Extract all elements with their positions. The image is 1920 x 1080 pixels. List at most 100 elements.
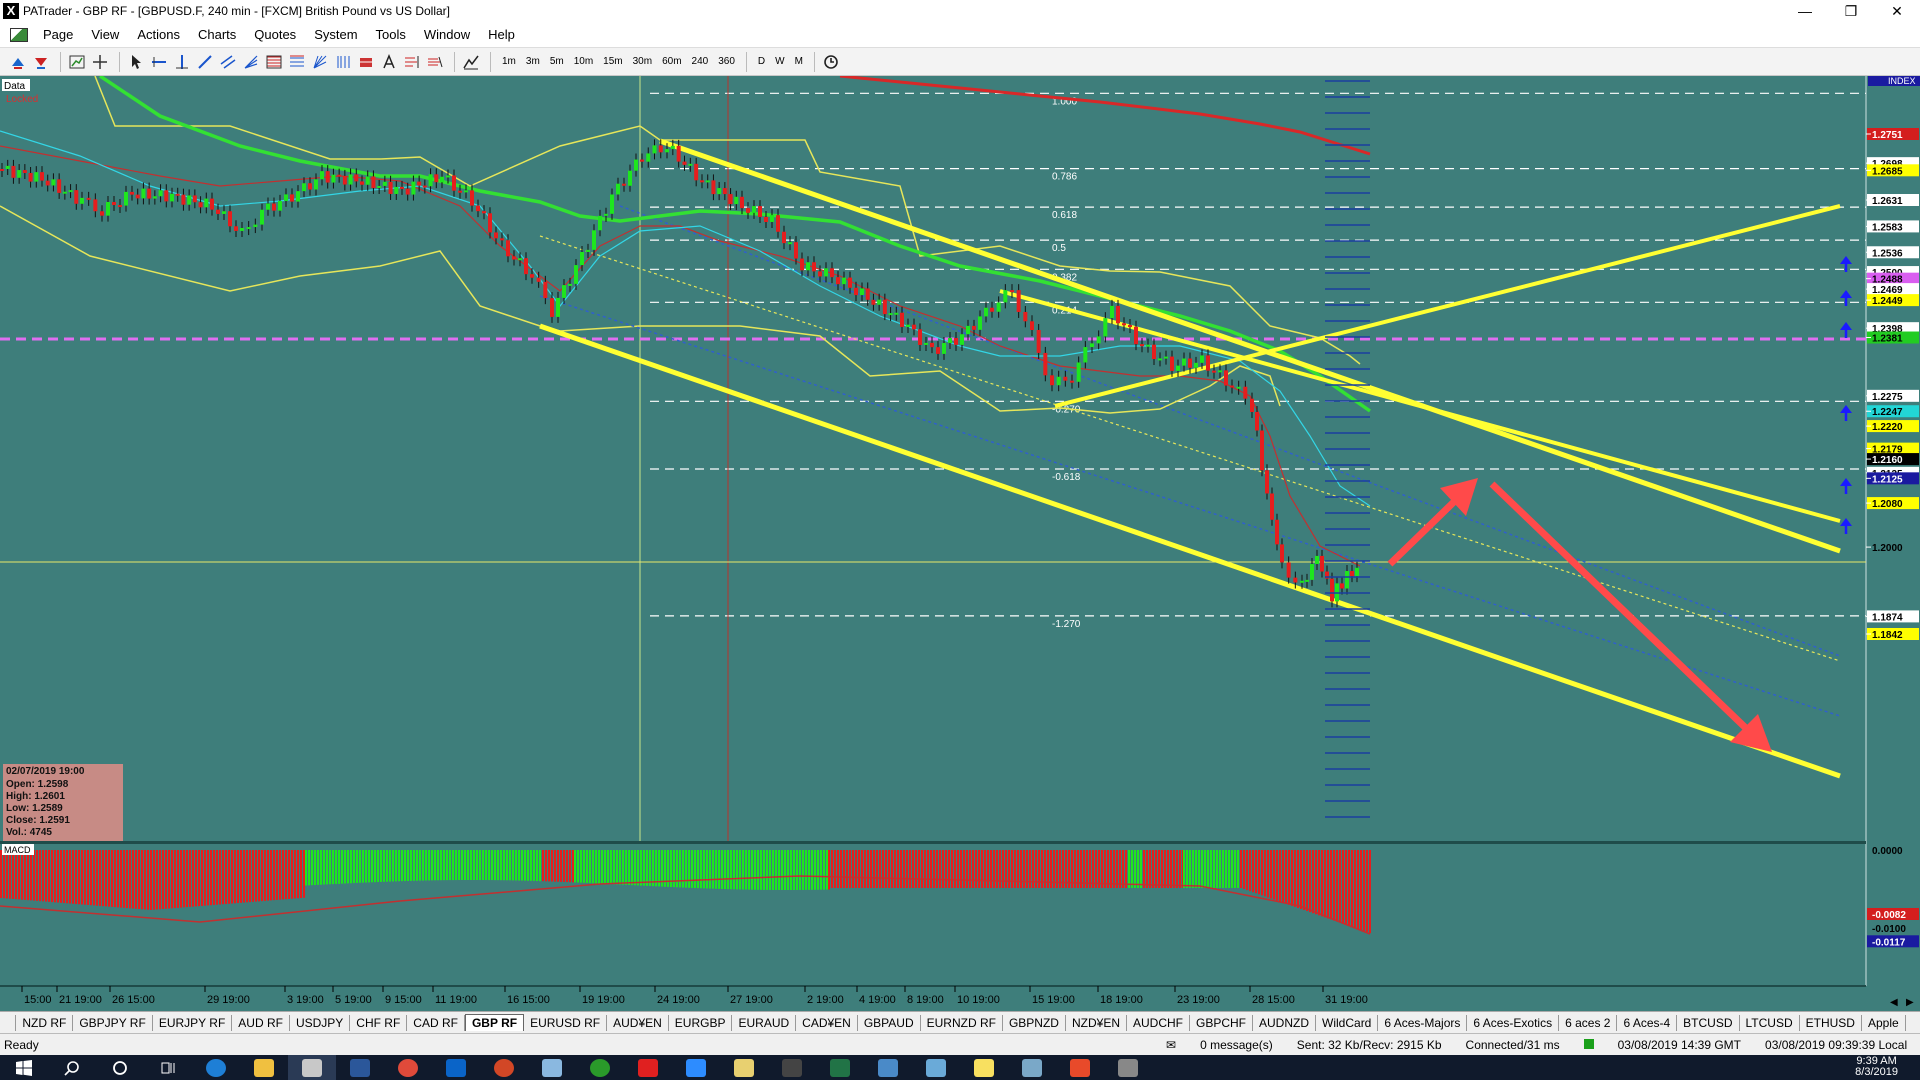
symbol-tab[interactable]: EURGBP	[669, 1014, 733, 1031]
symbol-tab[interactable]: NZD¥EN	[1066, 1014, 1127, 1031]
symbol-tab[interactable]: CHF RF	[350, 1014, 408, 1031]
patrader-taskbar-icon[interactable]	[288, 1055, 336, 1080]
symbol-tab[interactable]: LTCUSD	[1740, 1014, 1800, 1031]
menu-tools[interactable]: Tools	[367, 27, 415, 42]
symbol-tab[interactable]: EURAUD	[732, 1014, 797, 1031]
tf-240[interactable]: 240	[687, 56, 714, 67]
outlook-icon[interactable]	[432, 1055, 480, 1080]
trading-app-icon[interactable]	[624, 1055, 672, 1080]
tf-1m[interactable]: 1m	[497, 56, 521, 67]
sticky-notes-icon[interactable]	[960, 1055, 1008, 1080]
symbol-tab[interactable]: AUD¥EN	[607, 1014, 669, 1031]
new-chart-icon[interactable]	[67, 52, 87, 72]
channel-icon[interactable]	[218, 52, 238, 72]
notes-icon[interactable]	[528, 1055, 576, 1080]
menu-page[interactable]: Page	[34, 27, 82, 42]
tf-15m[interactable]: 15m	[598, 56, 627, 67]
edge-icon[interactable]	[192, 1055, 240, 1080]
monitor-icon[interactable]	[864, 1055, 912, 1080]
maximize-icon[interactable]: ❐	[1828, 0, 1874, 22]
symbol-tab[interactable]: CAD RF	[407, 1014, 465, 1031]
tf-3m[interactable]: 3m	[521, 56, 545, 67]
system-clock[interactable]: 9:39 AM 8/3/2019	[1855, 1056, 1898, 1078]
snagit-icon[interactable]	[1056, 1055, 1104, 1080]
gann-fan-icon[interactable]	[310, 52, 330, 72]
menu-window[interactable]: Window	[415, 27, 479, 42]
minimize-icon[interactable]: —	[1782, 0, 1828, 22]
scroll-left-icon[interactable]: ◀	[1890, 997, 1898, 1008]
tf-m[interactable]: M	[790, 56, 808, 67]
symbol-tab[interactable]: USDJPY	[290, 1014, 351, 1031]
tf-30m[interactable]: 30m	[628, 56, 657, 67]
symbol-tab[interactable]: GBPNZD	[1003, 1014, 1066, 1031]
folder-icon[interactable]	[720, 1055, 768, 1080]
close-icon[interactable]: ✕	[1874, 0, 1920, 22]
menu-view[interactable]: View	[82, 27, 128, 42]
tf-60m[interactable]: 60m	[657, 56, 686, 67]
symbol-tab[interactable]: AUDNZD	[1253, 1014, 1317, 1031]
tf-w[interactable]: W	[770, 56, 789, 67]
file-explorer-icon[interactable]	[240, 1055, 288, 1080]
symbol-tab[interactable]: 6 Aces-Majors	[1378, 1014, 1468, 1031]
symbol-tab[interactable]: Apple	[1862, 1014, 1906, 1031]
horizontal-line-icon[interactable]	[149, 52, 169, 72]
tf-d[interactable]: D	[753, 56, 770, 67]
clock-icon[interactable]	[821, 52, 841, 72]
symbol-tab[interactable]: GBP RF	[464, 1014, 525, 1031]
pointer-icon[interactable]	[126, 52, 146, 72]
symbol-tab[interactable]: ETHUSD	[1800, 1014, 1862, 1031]
menu-quotes[interactable]: Quotes	[245, 27, 305, 42]
symbol-tab[interactable]: 6 Aces-4	[1617, 1014, 1678, 1031]
symbol-tab[interactable]: EURJPY RF	[153, 1014, 233, 1031]
task-view-icon[interactable]	[144, 1055, 192, 1080]
mail-icon[interactable]: ✉	[1154, 1038, 1188, 1052]
symbol-tab[interactable]: WildCard	[1316, 1014, 1379, 1031]
trend-line-icon[interactable]	[195, 52, 215, 72]
tf-360[interactable]: 360	[713, 56, 740, 67]
text-tool-icon[interactable]	[379, 52, 399, 72]
indicator-icon[interactable]	[461, 52, 481, 72]
app-window-icon[interactable]	[1104, 1055, 1152, 1080]
crosshair-icon[interactable]	[90, 52, 110, 72]
fib-fan-icon[interactable]	[241, 52, 261, 72]
chrome-icon[interactable]	[384, 1055, 432, 1080]
symbol-tab[interactable]: EURUSD RF	[524, 1014, 608, 1031]
search-icon[interactable]	[48, 1055, 96, 1080]
scroll-right-icon[interactable]: ▶	[1906, 997, 1914, 1008]
symbol-tab[interactable]: EURNZD RF	[921, 1014, 1003, 1031]
tabs-start-icon[interactable]	[0, 1014, 17, 1031]
menu-help[interactable]: Help	[479, 27, 524, 42]
menu-charts[interactable]: Charts	[189, 27, 245, 42]
symbol-tab[interactable]: BTCUSD	[1677, 1014, 1740, 1031]
ninja-icon[interactable]	[576, 1055, 624, 1080]
powerpoint-icon[interactable]	[480, 1055, 528, 1080]
chart-area[interactable]: 1.000 0.786 0.618 0.5 0.382 0.214 -0.270 -0.618…	[0, 76, 1920, 1011]
calculator-icon[interactable]	[768, 1055, 816, 1080]
excel-icon[interactable]	[816, 1055, 864, 1080]
menu-system[interactable]: System	[305, 27, 366, 42]
speed-lines-icon[interactable]	[402, 52, 422, 72]
symbol-tab[interactable]: AUDCHF	[1127, 1014, 1190, 1031]
pitchfork-icon[interactable]	[425, 52, 445, 72]
word-icon[interactable]	[336, 1055, 384, 1080]
image-viewer-icon[interactable]	[912, 1055, 960, 1080]
time-zones-icon[interactable]	[333, 52, 353, 72]
start-icon[interactable]	[0, 1055, 48, 1080]
tf-10m[interactable]: 10m	[569, 56, 598, 67]
symbol-tab[interactable]: NZD RF	[16, 1014, 74, 1031]
rectangle-icon[interactable]	[356, 52, 376, 72]
sell-order-icon[interactable]	[31, 52, 51, 72]
symbol-tab[interactable]: AUD RF	[232, 1014, 290, 1031]
symbol-tab[interactable]: 6 Aces-Exotics	[1467, 1014, 1560, 1031]
tf-5m[interactable]: 5m	[545, 56, 569, 67]
symbol-tab[interactable]: GBPCHF	[1190, 1014, 1254, 1031]
vertical-line-icon[interactable]	[172, 52, 192, 72]
symbol-tab[interactable]: 6 aces 2	[1559, 1014, 1618, 1031]
menu-actions[interactable]: Actions	[128, 27, 189, 42]
price-chart[interactable]: 1.0000.7860.6180.50.3820.214-0.270-0.618…	[0, 76, 1920, 1011]
cortana-icon[interactable]	[96, 1055, 144, 1080]
chart-doc-icon[interactable]	[10, 27, 28, 42]
symbol-tab[interactable]: GBPAUD	[858, 1014, 921, 1031]
fib-retracement-icon[interactable]	[264, 52, 284, 72]
symbol-tab[interactable]: CAD¥EN	[796, 1014, 858, 1031]
